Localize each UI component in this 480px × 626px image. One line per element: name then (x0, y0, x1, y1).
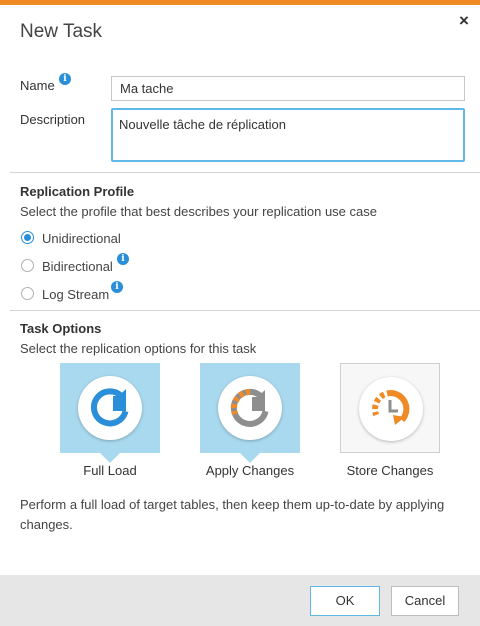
tile-pointer (240, 453, 260, 463)
dialog-title: New Task (20, 21, 103, 42)
section-divider (10, 310, 480, 311)
description-label: Description (20, 112, 86, 127)
bidirectional-label[interactable]: Bidirectional (42, 259, 113, 274)
name-label: Name (20, 78, 55, 93)
full-load-tile[interactable] (60, 363, 160, 463)
replication-profile-subtitle: Select the profile that best describes y… (20, 204, 377, 219)
bidirectional-radio[interactable] (21, 259, 34, 272)
ok-button[interactable]: OK (310, 586, 380, 616)
store-changes-icon (359, 377, 423, 441)
log-stream-label[interactable]: Log Stream (42, 287, 109, 302)
dialog-accent-bar (0, 0, 480, 5)
unidirectional-radio[interactable] (21, 231, 34, 244)
bidirectional-info-icon[interactable]: i (117, 253, 129, 265)
close-icon[interactable]: × (459, 12, 469, 29)
name-info-icon[interactable]: i (59, 73, 71, 85)
cancel-button[interactable]: Cancel (391, 586, 459, 616)
name-input[interactable] (111, 76, 465, 101)
tile-pointer (100, 453, 120, 463)
description-textarea[interactable]: Nouvelle tâche de réplication (111, 108, 465, 162)
new-task-dialog: New Task × Name i Description Nouvelle t… (0, 0, 480, 626)
full-load-icon (78, 376, 142, 440)
store-changes-label: Store Changes (346, 463, 434, 478)
task-options-description: Perform a full load of target tables, th… (20, 497, 445, 532)
apply-changes-tile[interactable] (200, 363, 300, 463)
section-divider (10, 172, 480, 173)
replication-profile-title: Replication Profile (20, 184, 135, 199)
task-options-subtitle: Select the replication options for this … (20, 341, 257, 356)
apply-changes-icon (218, 376, 282, 440)
store-changes-tile[interactable] (340, 363, 440, 453)
full-load-label: Full Load (83, 463, 137, 478)
log-stream-radio[interactable] (21, 287, 34, 300)
unidirectional-label[interactable]: Unidirectional (42, 231, 121, 246)
task-options-title: Task Options (20, 321, 102, 336)
log-stream-info-icon[interactable]: i (111, 281, 123, 293)
apply-changes-label: Apply Changes (205, 463, 295, 478)
